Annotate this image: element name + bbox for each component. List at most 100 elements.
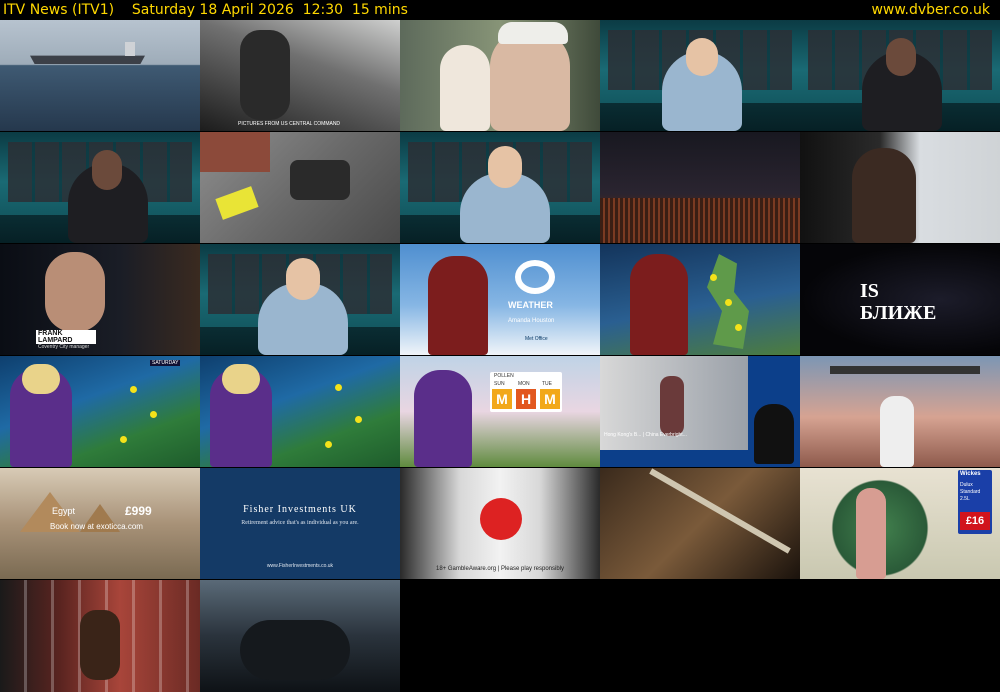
man-face — [490, 30, 570, 131]
thumbnail-grid: PICTURES FROM US CENTRAL COMMAND FRANK L… — [0, 20, 1000, 692]
weather-presenter-purple — [414, 370, 472, 467]
fisher-tagline: Retirement advice that's as individual a… — [241, 520, 359, 526]
woman-figure — [880, 396, 914, 467]
sun-marker-icon — [150, 411, 157, 418]
sun-marker-icon — [120, 436, 127, 443]
presenter-head — [686, 38, 718, 76]
wickes-brand: Wickes — [960, 471, 981, 477]
egypt-url: Book now at exoticca.com — [50, 522, 143, 531]
egypt-label: Egypt — [52, 506, 76, 516]
thumb-cctv-ship-deck[interactable]: PICTURES FROM US CENTRAL COMMAND — [200, 20, 400, 131]
thumb-paint-ad-peacock[interactable]: Wickes Dulux Standard 2.5L £16 — [800, 468, 1000, 579]
ad-headline: IS БЛИЖЕ — [860, 280, 937, 324]
header-bar: ITV News (ITV1) Saturday 18 April 2026 1… — [0, 0, 1000, 20]
thumb-tanker-at-sea[interactable] — [0, 20, 200, 131]
thumb-frank-lampard[interactable]: FRANK LAMPARD Coventry City manager — [0, 244, 200, 355]
horse-head — [80, 610, 120, 680]
sun-marker-icon — [710, 274, 717, 281]
cctv-caption: PICTURES FROM US CENTRAL COMMAND — [238, 121, 341, 127]
site-link[interactable]: www.dvber.co.uk — [871, 0, 990, 20]
egypt-price: £999 — [125, 504, 152, 518]
weather-presenter — [630, 254, 688, 355]
ship-bridge — [125, 42, 135, 56]
ambulance — [215, 186, 259, 220]
weather-presenter-name: Amanda Houston — [508, 318, 555, 324]
name-strap: FRANK LAMPARD — [36, 330, 96, 344]
woman-headscarf — [440, 45, 490, 131]
tag-label-1: Dulux — [960, 482, 973, 488]
thumb-aerial-ambulance[interactable] — [200, 132, 400, 243]
thumb-woman-sunset[interactable] — [800, 356, 1000, 467]
presenter-hair — [22, 364, 60, 394]
broadcast-datetime: Saturday 18 April 2026 12:30 15 mins — [131, 2, 408, 18]
thumb-man-by-bus[interactable] — [800, 132, 1000, 243]
thumb-weather-uk-map[interactable] — [600, 244, 800, 355]
man-figure — [852, 148, 916, 243]
sun-marker-icon — [355, 416, 362, 423]
channel-name: ITV News (ITV1) — [3, 2, 115, 18]
thumb-ad-is-blizhe[interactable]: IS БЛИЖЕ — [800, 244, 1000, 355]
itv-weather-sun-icon — [515, 260, 555, 294]
lampard-role: Coventry City manager — [38, 344, 90, 350]
presenter-hair — [222, 364, 260, 394]
price-tag: Wickes Dulux Standard 2.5L £16 — [958, 470, 992, 534]
pollen-panel: POLLEN SUN MON TUE M H M — [490, 372, 562, 412]
pollen-title: POLLEN — [494, 373, 514, 379]
signer-caption: Hong Kong's B... | China Everbright... — [604, 432, 687, 438]
pollen-day-mon: MON — [518, 381, 530, 387]
pollen-level-mon: H — [516, 389, 536, 409]
fisher-title: Fisher Investments UK — [243, 504, 357, 515]
presenter-head — [286, 258, 320, 300]
thumb-lottery-train-ad[interactable]: 18+ GambleAware.org | Please play respon… — [400, 468, 600, 579]
presenter-head — [488, 146, 522, 188]
met-office-logo: Met Office — [525, 336, 548, 342]
thumb-night-crowd[interactable] — [600, 132, 800, 243]
thumb-horse-stable[interactable] — [0, 580, 200, 692]
bar-rail — [830, 366, 980, 374]
red-ball-icon — [480, 498, 522, 540]
lampard-head — [45, 252, 105, 332]
crowd — [600, 198, 800, 243]
pollen-day-sun: SUN — [494, 381, 505, 387]
thumb-studio-presenter-blonde-2[interactable] — [400, 132, 600, 243]
pollen-day-tue: TUE — [542, 381, 552, 387]
sun-marker-icon — [725, 299, 732, 306]
gamble-aware-text: 18+ GambleAware.org | Please play respon… — [435, 566, 565, 572]
thumb-weather-pollen[interactable]: POLLEN SUN MON TUE M H M — [400, 356, 600, 467]
channel-datetime: ITV News (ITV1) Saturday 18 April 2026 1… — [3, 0, 408, 20]
thumb-weather-europe-map-2[interactable] — [200, 356, 400, 467]
white-cap — [498, 22, 568, 44]
brick-building — [200, 132, 270, 172]
tag-price: £16 — [960, 512, 990, 530]
thumb-studio-presenter-blonde-1[interactable] — [600, 20, 800, 131]
figure-silhouette — [240, 30, 290, 120]
weather-logo-text: WEATHER — [508, 300, 553, 310]
dark-figure — [240, 620, 350, 680]
weather-presenter — [428, 256, 488, 355]
reporter-head — [886, 38, 916, 76]
thumb-couple-in-car[interactable] — [400, 20, 600, 131]
fisher-url: www.FisherInvestments.co.uk — [266, 563, 334, 569]
pollen-level-tue: M — [540, 389, 560, 409]
map-day-label: SATURDAY — [150, 360, 181, 366]
sun-marker-icon — [335, 384, 342, 391]
thumb-news-signer[interactable]: Hong Kong's B... | China Everbright... — [600, 356, 800, 467]
thumb-egypt-pyramids-ad[interactable]: Egypt £999 Book now at exoticca.com — [0, 468, 200, 579]
tag-label-2: Standard — [960, 489, 981, 495]
shopper — [660, 376, 684, 436]
lampard-name: FRANK LAMPARD — [38, 330, 73, 344]
pollen-level-sun: M — [492, 389, 512, 409]
guitar-neck — [649, 468, 791, 554]
thumb-studio-reporter-1[interactable] — [800, 20, 1000, 131]
thumb-fisher-investments-ad[interactable]: Fisher Investments UK Retirement advice … — [200, 468, 400, 579]
sun-marker-icon — [735, 324, 742, 331]
thumb-guitar-closeup[interactable] — [600, 468, 800, 579]
thumb-weather-europe-map-1[interactable]: SATURDAY — [0, 356, 200, 467]
burnt-cars — [290, 160, 350, 200]
sun-marker-icon — [325, 441, 332, 448]
thumb-studio-presenter-blonde-3[interactable] — [200, 244, 400, 355]
thumb-weather-intro[interactable]: WEATHER Amanda Houston Met Office — [400, 244, 600, 355]
reporter-head — [92, 150, 122, 190]
thumb-dark-horse-scene[interactable] — [200, 580, 400, 692]
thumb-studio-reporter-2[interactable] — [0, 132, 200, 243]
